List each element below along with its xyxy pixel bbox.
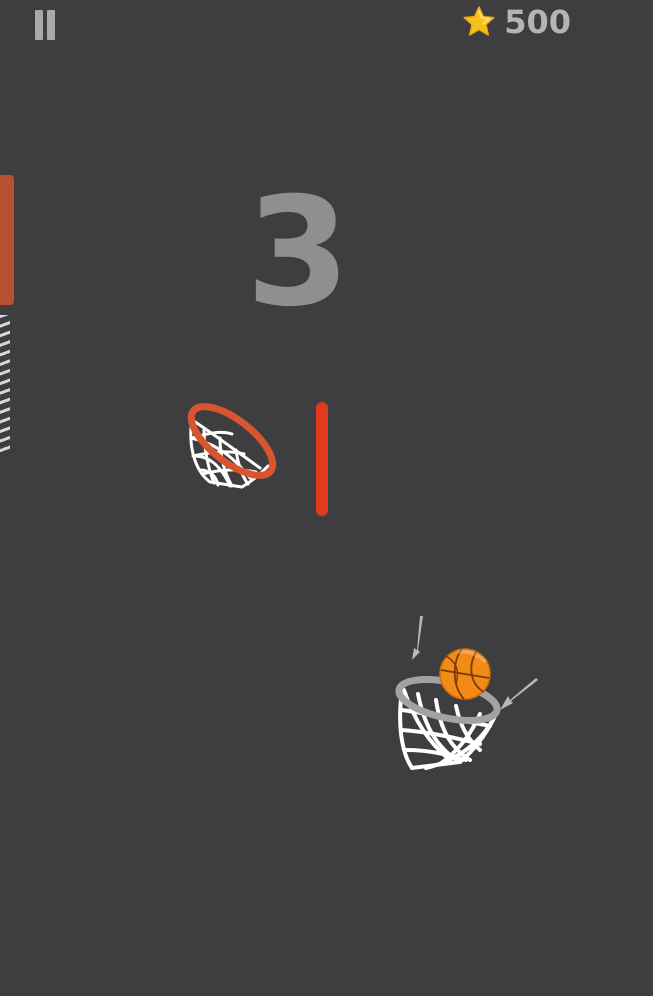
coin-counter: 500 bbox=[462, 3, 571, 41]
target-hoop-rim bbox=[187, 403, 277, 479]
game-screen[interactable]: 500 3 bbox=[0, 0, 653, 996]
target-hoop bbox=[187, 403, 277, 489]
edge-hoop-fragment bbox=[0, 175, 14, 460]
pause-button[interactable] bbox=[33, 10, 59, 42]
obstacle-bar bbox=[316, 402, 328, 516]
star-icon bbox=[463, 6, 495, 36]
active-hoop[interactable] bbox=[390, 610, 550, 780]
score-counter: 3 bbox=[245, 166, 351, 340]
basketball-icon[interactable] bbox=[439, 648, 491, 700]
active-hoop-net bbox=[398, 688, 496, 771]
pause-icon bbox=[33, 10, 59, 42]
coin-count: 500 bbox=[504, 3, 571, 41]
